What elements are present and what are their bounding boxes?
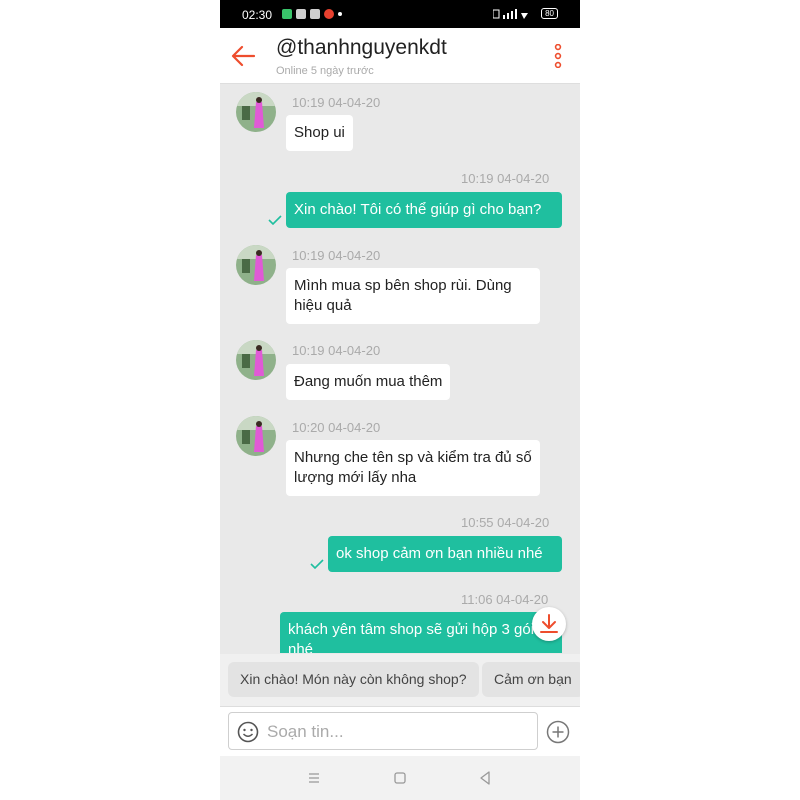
scroll-to-bottom-button[interactable] [532, 607, 566, 641]
chat-screen: 02:30 80 @thanhnguyenkdt Online 5 ngày t… [220, 0, 580, 800]
back-arrow-icon[interactable] [230, 42, 258, 70]
message-time: 11:06 04-04-20 [461, 592, 549, 607]
more-vert-icon[interactable] [554, 44, 562, 68]
notification-icon [324, 9, 334, 19]
read-check-icon [268, 215, 282, 225]
download-icon [540, 614, 558, 633]
message-list[interactable]: 10:19 04-04-20 Shop ui 10:19 04-04-20 Xi… [220, 85, 580, 653]
message-time: 10:19 04-04-20 [292, 95, 381, 110]
back-icon[interactable] [477, 770, 493, 786]
message-bubble-outgoing[interactable]: Xin chào! Tôi có thể giúp gì cho bạn? [286, 192, 562, 228]
message-bubble-incoming[interactable]: Mình mua sp bên shop rùi. Dùng hiệu quả [286, 268, 540, 324]
chat-title: @thanhnguyenkdt [276, 36, 447, 59]
message-input[interactable]: Soạn tin... [228, 712, 538, 750]
message-time: 10:55 04-04-20 [461, 515, 550, 530]
message-bubble-outgoing[interactable]: khách yên tâm shop sẽ gửi hộp 3 gói nhé [280, 612, 562, 653]
signal-icon [493, 8, 529, 19]
message-bubble-incoming[interactable]: Nhưng che tên sp và kiểm tra đủ số lượng… [286, 440, 540, 496]
message-time: 10:19 04-04-20 [292, 248, 381, 263]
message-time: 10:19 04-04-20 [461, 171, 550, 186]
quick-replies: Xin chào! Món này còn không shop? Cảm ơn… [220, 654, 580, 706]
message-time: 10:19 04-04-20 [292, 343, 381, 358]
message-input-placeholder: Soạn tin... [267, 722, 344, 741]
avatar[interactable] [236, 245, 276, 285]
message-time: 10:20 04-04-20 [292, 420, 381, 435]
notification-icons [282, 9, 342, 19]
home-icon[interactable] [392, 770, 408, 786]
avatar[interactable] [236, 92, 276, 132]
notification-dot-icon [338, 12, 342, 16]
menu-icon[interactable] [306, 770, 322, 786]
message-bubble-incoming[interactable]: Đang muốn mua thêm [286, 364, 451, 400]
notification-icon [282, 9, 292, 19]
battery-icon: 80 [541, 8, 558, 19]
notification-icon [296, 9, 306, 19]
status-time: 02:30 [242, 8, 273, 22]
chat-header: @thanhnguyenkdt Online 5 ngày trước [220, 28, 580, 84]
message-bubble-incoming[interactable]: Shop ui [286, 115, 353, 151]
avatar[interactable] [236, 340, 276, 380]
emoji-icon[interactable] [237, 721, 259, 743]
composer-bar: Soạn tin... [220, 706, 580, 756]
system-nav-bar [220, 756, 580, 800]
add-icon[interactable] [546, 720, 570, 744]
message-bubble-outgoing[interactable]: ok shop cảm ơn bạn nhiều nhé [328, 536, 562, 572]
quick-reply-chip[interactable]: Xin chào! Món này còn không shop? [228, 662, 479, 697]
status-right: 80 [493, 8, 558, 19]
notification-icon [310, 9, 320, 19]
avatar[interactable] [236, 416, 276, 456]
online-status: Online 5 ngày trước [276, 65, 374, 77]
status-bar: 02:30 80 [220, 0, 580, 28]
read-check-icon [310, 559, 324, 569]
quick-reply-chip[interactable]: Cảm ơn bạn [482, 662, 580, 697]
